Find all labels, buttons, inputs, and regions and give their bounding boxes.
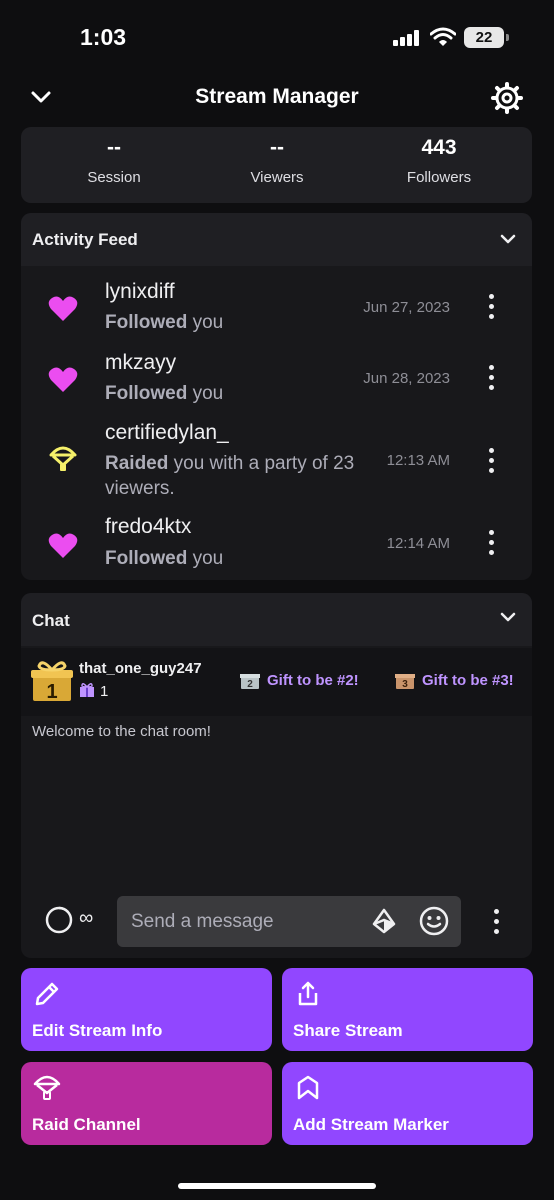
stat-viewers: -- Viewers [192, 127, 362, 186]
stat-label: Session [87, 169, 141, 186]
activity-detail: you [187, 548, 224, 569]
activity-time: 12:13 AM [386, 452, 450, 469]
svg-text:3: 3 [402, 679, 408, 690]
pencil-icon [35, 982, 59, 1006]
bookmark-icon [297, 1075, 319, 1100]
gift-leaderboard[interactable]: 1 that_one_guy247 1 2 Gift to be #2! 3 G… [21, 648, 532, 716]
activity-time: 12:14 AM [386, 535, 450, 552]
stat-value: 443 [421, 136, 457, 159]
gift-count-value: 1 [100, 683, 109, 700]
activity-text: Followed you [105, 310, 375, 335]
activity-action: Raided [105, 453, 169, 474]
chat-input-row: ∞ [21, 893, 532, 949]
status-bar: 1:03 22 [0, 0, 554, 72]
activity-username: fredo4ktx [105, 515, 192, 538]
chat-welcome-message: Welcome to the chat room! [32, 723, 211, 740]
activity-item: mkzayy Followed you Jun 28, 2023 [21, 346, 532, 414]
heart-icon [48, 296, 78, 321]
gift-slot-2[interactable]: 2 Gift to be #2! [239, 668, 359, 690]
more-options-icon[interactable] [487, 530, 497, 556]
activity-text: Followed you [105, 381, 375, 406]
chevron-down-icon[interactable] [500, 231, 516, 247]
bronze-gift-icon: 3 [395, 674, 415, 690]
signal-icon [393, 30, 421, 46]
gold-gift-icon: 1 [31, 661, 73, 702]
chat-message-input[interactable] [117, 896, 461, 947]
home-indicator[interactable] [178, 1183, 376, 1189]
activity-action: Followed [105, 312, 188, 333]
share-stream-label: Share Stream [293, 1021, 403, 1040]
activity-detail: you [187, 312, 224, 333]
add-stream-marker-label: Add Stream Marker [293, 1115, 449, 1134]
activity-action: Followed [105, 548, 188, 569]
activity-action: Followed [105, 383, 188, 404]
activity-username: mkzayy [105, 351, 177, 374]
gift-icon [80, 683, 94, 697]
chat-more-options-icon[interactable] [492, 909, 502, 935]
activity-item: lynixdiff Followed you Jun 27, 2023 [21, 275, 532, 343]
battery-indicator: 22 [464, 27, 509, 48]
edit-stream-info-button[interactable]: Edit Stream Info [21, 968, 272, 1051]
leader-gift-count: 1 [79, 682, 108, 700]
stat-followers: 443 Followers [354, 127, 524, 186]
stat-session: -- Session [29, 127, 199, 186]
svg-text:1: 1 [46, 681, 57, 702]
silver-gift-icon: 2 [240, 674, 260, 690]
heart-icon [48, 533, 78, 558]
header: Stream Manager [0, 76, 554, 120]
more-options-icon[interactable] [487, 365, 497, 391]
chevron-down-icon[interactable] [500, 609, 516, 625]
activity-feed-title: Activity Feed [32, 230, 138, 249]
gear-icon[interactable] [491, 82, 523, 114]
edit-stream-info-label: Edit Stream Info [32, 1021, 163, 1040]
activity-feed-panel: Activity Feed lynixdiff Followed you Jun… [21, 213, 532, 580]
gift-slot-3[interactable]: 3 Gift to be #3! [394, 668, 514, 690]
stat-value: -- [107, 136, 121, 159]
activity-item: certifiedylan_ Raided you with a party o… [21, 416, 532, 506]
activity-time: Jun 27, 2023 [363, 299, 450, 316]
gift-slot-2-label: Gift to be #2! [267, 672, 359, 689]
share-stream-button[interactable]: Share Stream [282, 968, 533, 1051]
raid-channel-button[interactable]: Raid Channel [21, 1062, 272, 1145]
stat-label: Followers [406, 169, 472, 186]
slow-mode-value: ∞ [79, 907, 94, 929]
activity-text: Followed you [105, 546, 375, 571]
heart-icon [48, 367, 78, 392]
raid-channel-label: Raid Channel [32, 1115, 141, 1134]
wifi-icon [430, 27, 456, 46]
share-icon [298, 981, 318, 1006]
status-time: 1:03 [80, 24, 127, 50]
activity-feed-header[interactable]: Activity Feed [21, 213, 532, 266]
slow-mode-timer-icon[interactable] [45, 906, 73, 934]
chat-header[interactable]: Chat [21, 593, 532, 646]
activity-username: certifiedylan_ [105, 421, 229, 444]
raid-icon [49, 446, 77, 471]
activity-time: Jun 28, 2023 [363, 370, 450, 387]
stat-value: -- [270, 136, 284, 159]
gift-slot-3-label: Gift to be #3! [422, 672, 514, 689]
more-options-icon[interactable] [487, 448, 497, 474]
chat-panel: Chat 1 that_one_guy247 1 2 Gift to be #2… [21, 593, 532, 958]
page-title: Stream Manager [195, 85, 359, 108]
activity-text: Raided you with a party of 23 viewers. [105, 451, 375, 501]
chat-title: Chat [32, 611, 70, 630]
activity-detail: you [187, 383, 224, 404]
add-stream-marker-button[interactable]: Add Stream Marker [282, 1062, 533, 1145]
more-options-icon[interactable] [487, 294, 497, 320]
emote-picker-icon[interactable] [419, 906, 449, 936]
activity-item: fredo4ktx Followed you 12:14 AM [21, 512, 532, 580]
stats-card: -- Session -- Viewers 443 Followers [21, 127, 532, 203]
raid-icon [33, 1075, 61, 1100]
bits-icon[interactable] [371, 908, 397, 934]
activity-username: lynixdiff [105, 280, 175, 303]
svg-text:2: 2 [247, 679, 253, 690]
leader-username: that_one_guy247 [79, 660, 202, 677]
stat-label: Viewers [250, 169, 304, 186]
